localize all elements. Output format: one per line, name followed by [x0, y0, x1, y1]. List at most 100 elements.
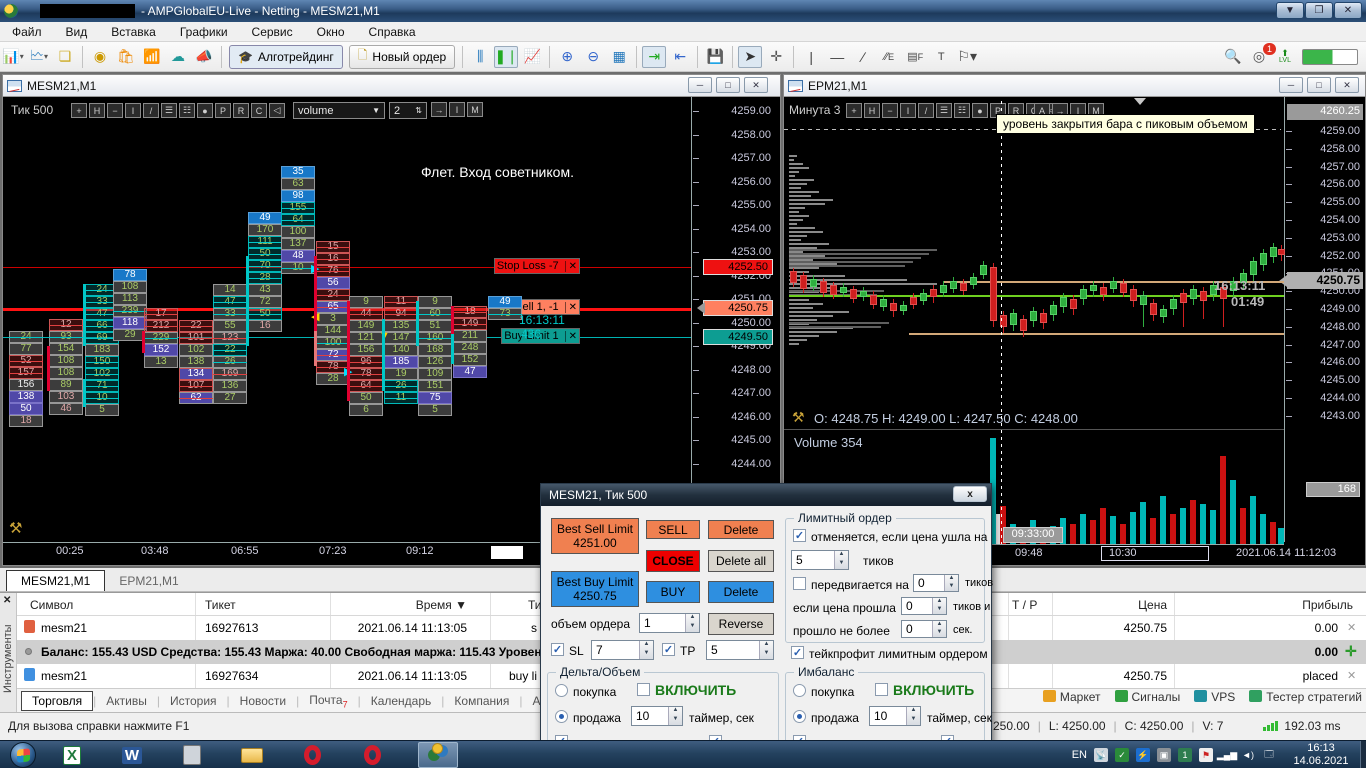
new-chart-icon[interactable]: 📊 ▾	[1, 46, 25, 68]
chart-tab-MESM21,M1[interactable]: MESM21,M1	[6, 570, 106, 591]
move-ticks-stepper[interactable]: 0 ▲ ▼	[913, 574, 959, 592]
text-tool-icon[interactable]: T	[929, 46, 953, 68]
left-chart-tool-◁[interactable]: ◁	[269, 103, 285, 118]
tile-windows-icon[interactable]: ▦	[607, 46, 631, 68]
vps-icon[interactable]: ☁	[166, 46, 190, 68]
toolbox-tab-Торговля[interactable]: Торговля	[21, 690, 94, 711]
add-row-icon[interactable]: ✛	[1345, 643, 1357, 660]
chart-profiles-icon[interactable]: 🗠 ▾	[27, 46, 51, 68]
toolbox-tab-Компания[interactable]: Компания	[444, 692, 519, 710]
toolbox-tab-Новости[interactable]: Новости	[230, 692, 296, 710]
delete-all-button[interactable]: Delete all	[708, 550, 774, 572]
taskbar-clock[interactable]: 16:13 14.06.2021	[1282, 742, 1360, 768]
right-chart-tool-+[interactable]: +	[846, 103, 862, 118]
signals-icon[interactable]: 📶	[140, 46, 164, 68]
dialog-titlebar[interactable]: MESM21, Тик 500	[541, 484, 991, 506]
line-chart-icon[interactable]: 📈	[520, 46, 544, 68]
toolbox-close-icon[interactable]: ✕	[3, 595, 11, 606]
seconds-stepper[interactable]: 0 ▲ ▼	[901, 620, 947, 638]
left-chart-tool-P[interactable]: P	[215, 103, 231, 118]
start-button[interactable]	[10, 742, 36, 768]
right-chart-tool-●[interactable]: ●	[972, 103, 988, 118]
sl-checkbox[interactable]: ✓	[551, 643, 564, 656]
service-tab-VPS[interactable]: VPS	[1194, 690, 1235, 704]
copy-window-icon[interactable]: ❏	[53, 46, 77, 68]
row-close-icon[interactable]: ✕	[1347, 669, 1356, 682]
search-icon[interactable]: 🔍	[1221, 46, 1245, 68]
bars-chart-icon[interactable]: ⫼	[468, 46, 492, 68]
horizontal-line-icon[interactable]: —	[825, 46, 849, 68]
service-tab-Сигналы[interactable]: Сигналы	[1114, 690, 1180, 704]
toolbox-tab-Календарь[interactable]: Календарь	[361, 692, 442, 710]
volume-mode-dropdown[interactable]: volume ▼	[293, 102, 385, 119]
best-sell-limit-button[interactable]: Best Sell Limit 4251.00	[551, 518, 639, 554]
market-icon[interactable]: 🛍	[114, 46, 138, 68]
tray-usb-icon[interactable]: ▣	[1157, 748, 1171, 762]
left-chart-tool-●[interactable]: ●	[197, 103, 213, 118]
best-buy-limit-button[interactable]: Best Buy Limit 4250.75	[551, 571, 639, 607]
left-chart-tool-+[interactable]: +	[71, 103, 87, 118]
minimize-button[interactable]: ▼	[1276, 2, 1304, 19]
taskbar-opera-icon[interactable]	[292, 742, 332, 768]
left-chart-tool-C[interactable]: C	[251, 103, 267, 118]
takeprofit-limit-checkbox[interactable]: ✓	[791, 646, 804, 659]
channel-icon[interactable]: ∕∕ E	[877, 46, 901, 68]
left-chart-tool2-M[interactable]: M	[467, 102, 483, 117]
imb-buy-radio[interactable]	[793, 684, 806, 697]
close-button-trade[interactable]: CLOSE	[646, 550, 700, 572]
auto-scroll-icon[interactable]: ⇥	[642, 45, 667, 68]
ohlc-tools-icon[interactable]: ⚒	[792, 409, 805, 426]
left-chart-tool2-→[interactable]: →	[431, 102, 447, 117]
left-chart-tool-I[interactable]: I	[125, 103, 141, 118]
trendline-icon[interactable]: ∕	[851, 46, 875, 68]
history-center-icon[interactable]: ◉	[88, 46, 112, 68]
delta-timer-stepper[interactable]: 10 ▲ ▼	[631, 706, 683, 726]
toolbox-tab-Почта[interactable]: Почта7	[299, 691, 357, 711]
tray-volume-icon[interactable]: ◄)	[1241, 748, 1255, 762]
imb-sell-radio[interactable]	[793, 710, 806, 723]
right-chart-tool-☰[interactable]: ☰	[936, 103, 952, 118]
taskbar-explorer-icon[interactable]	[232, 742, 272, 768]
taskbar-opera2-icon[interactable]	[352, 742, 392, 768]
order-close-icon[interactable]: ✕	[564, 301, 577, 313]
chart-shift-icon[interactable]: ⇤	[668, 46, 692, 68]
candles-chart-icon[interactable]: ❚❘	[494, 45, 519, 68]
left-chart-tool-☷[interactable]: ☷	[179, 103, 195, 118]
taskbar-excel-icon[interactable]: X	[52, 742, 92, 768]
chart-tab-EPM21,M1[interactable]: EPM21,M1	[105, 571, 192, 591]
objects-dropdown-icon[interactable]: ⚐▾	[955, 46, 979, 68]
chart-tools-icon[interactable]: ⚒	[9, 519, 22, 537]
imb-enable-checkbox[interactable]	[875, 683, 888, 696]
new-order-button[interactable]: 🗋 Новый ордер	[348, 44, 456, 69]
menu-item-Окно[interactable]: Окно	[305, 23, 357, 41]
header-time[interactable]: Время ▼	[387, 598, 467, 612]
toolbox-tab-Активы[interactable]: Активы	[96, 692, 157, 710]
language-indicator[interactable]: EN	[1072, 749, 1087, 761]
tray-network-icon[interactable]: ▂▄▆	[1217, 748, 1237, 762]
zoom-out-icon[interactable]: ⊖	[581, 46, 605, 68]
delete-sell-button[interactable]: Delete	[708, 520, 774, 539]
right-chart-tool-I[interactable]: I	[900, 103, 916, 118]
tray-lightning-icon[interactable]: ⚡	[1136, 748, 1150, 762]
right-chart-tool-−[interactable]: −	[882, 103, 898, 118]
service-tab-Тестер стратегий[interactable]: Тестер стратегий	[1249, 690, 1362, 704]
scrollbar-thumb[interactable]	[491, 546, 523, 559]
order-volume-stepper[interactable]: 1 ▲ ▼	[639, 613, 700, 633]
broadcast-icon[interactable]: 📣	[192, 46, 216, 68]
move-checkbox[interactable]	[793, 577, 806, 590]
menu-item-Сервис[interactable]: Сервис	[240, 23, 305, 41]
right-chart-tool-/[interactable]: /	[918, 103, 934, 118]
cancel-if-price-checkbox[interactable]: ✓	[793, 529, 806, 542]
order-label-0[interactable]: Stop Loss -7 ✕	[493, 258, 580, 274]
delete-buy-button[interactable]: Delete	[708, 581, 774, 603]
left-chart-tool-☰[interactable]: ☰	[161, 103, 177, 118]
algotrading-button[interactable]: 🎓 Алготрейдинг	[229, 44, 343, 69]
left-chart-tool-/[interactable]: /	[143, 103, 159, 118]
period-spinbox[interactable]: 2 ⇅	[389, 102, 427, 119]
right-chart-tool-☷[interactable]: ☷	[954, 103, 970, 118]
taskbar-word-icon[interactable]: W	[112, 742, 152, 768]
show-desktop-button[interactable]	[1360, 741, 1366, 768]
sell-button[interactable]: SELL	[646, 520, 700, 539]
taskbar-mt5-icon[interactable]	[418, 742, 458, 768]
toolbox-tab-История[interactable]: История	[160, 692, 227, 710]
